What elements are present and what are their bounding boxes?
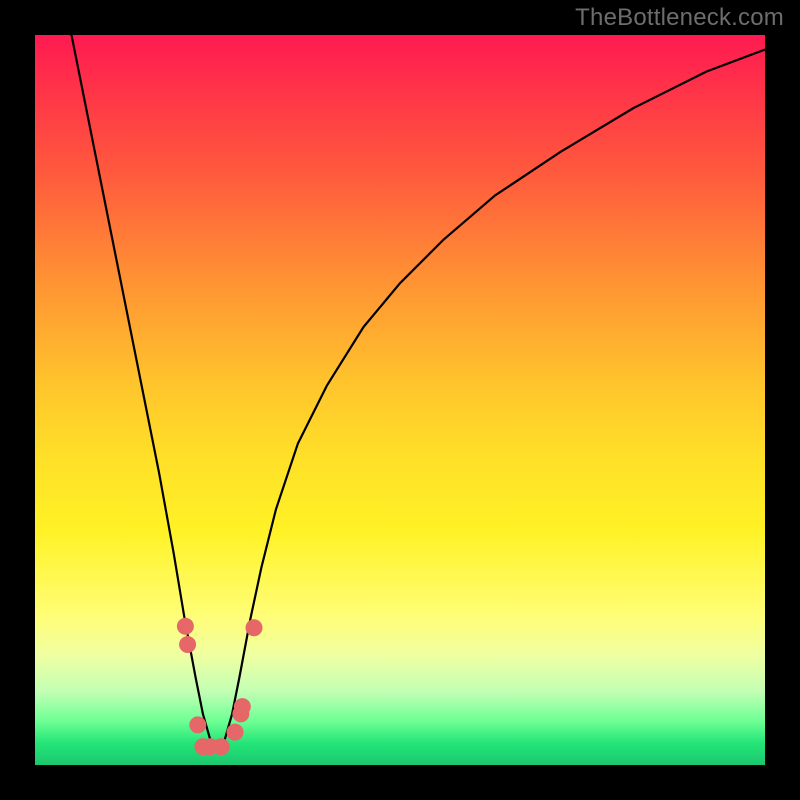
data-marker xyxy=(213,738,230,755)
curve-overlay xyxy=(35,35,765,765)
data-marker xyxy=(227,724,244,741)
data-marker xyxy=(177,618,194,635)
data-marker xyxy=(189,716,206,733)
performance-curve xyxy=(72,35,766,747)
data-marker xyxy=(234,698,251,715)
data-marker xyxy=(179,636,196,653)
watermark-text: TheBottleneck.com xyxy=(575,4,784,32)
data-marker xyxy=(246,619,263,636)
chart-container: TheBottleneck.com xyxy=(0,0,800,800)
data-markers xyxy=(177,618,263,755)
